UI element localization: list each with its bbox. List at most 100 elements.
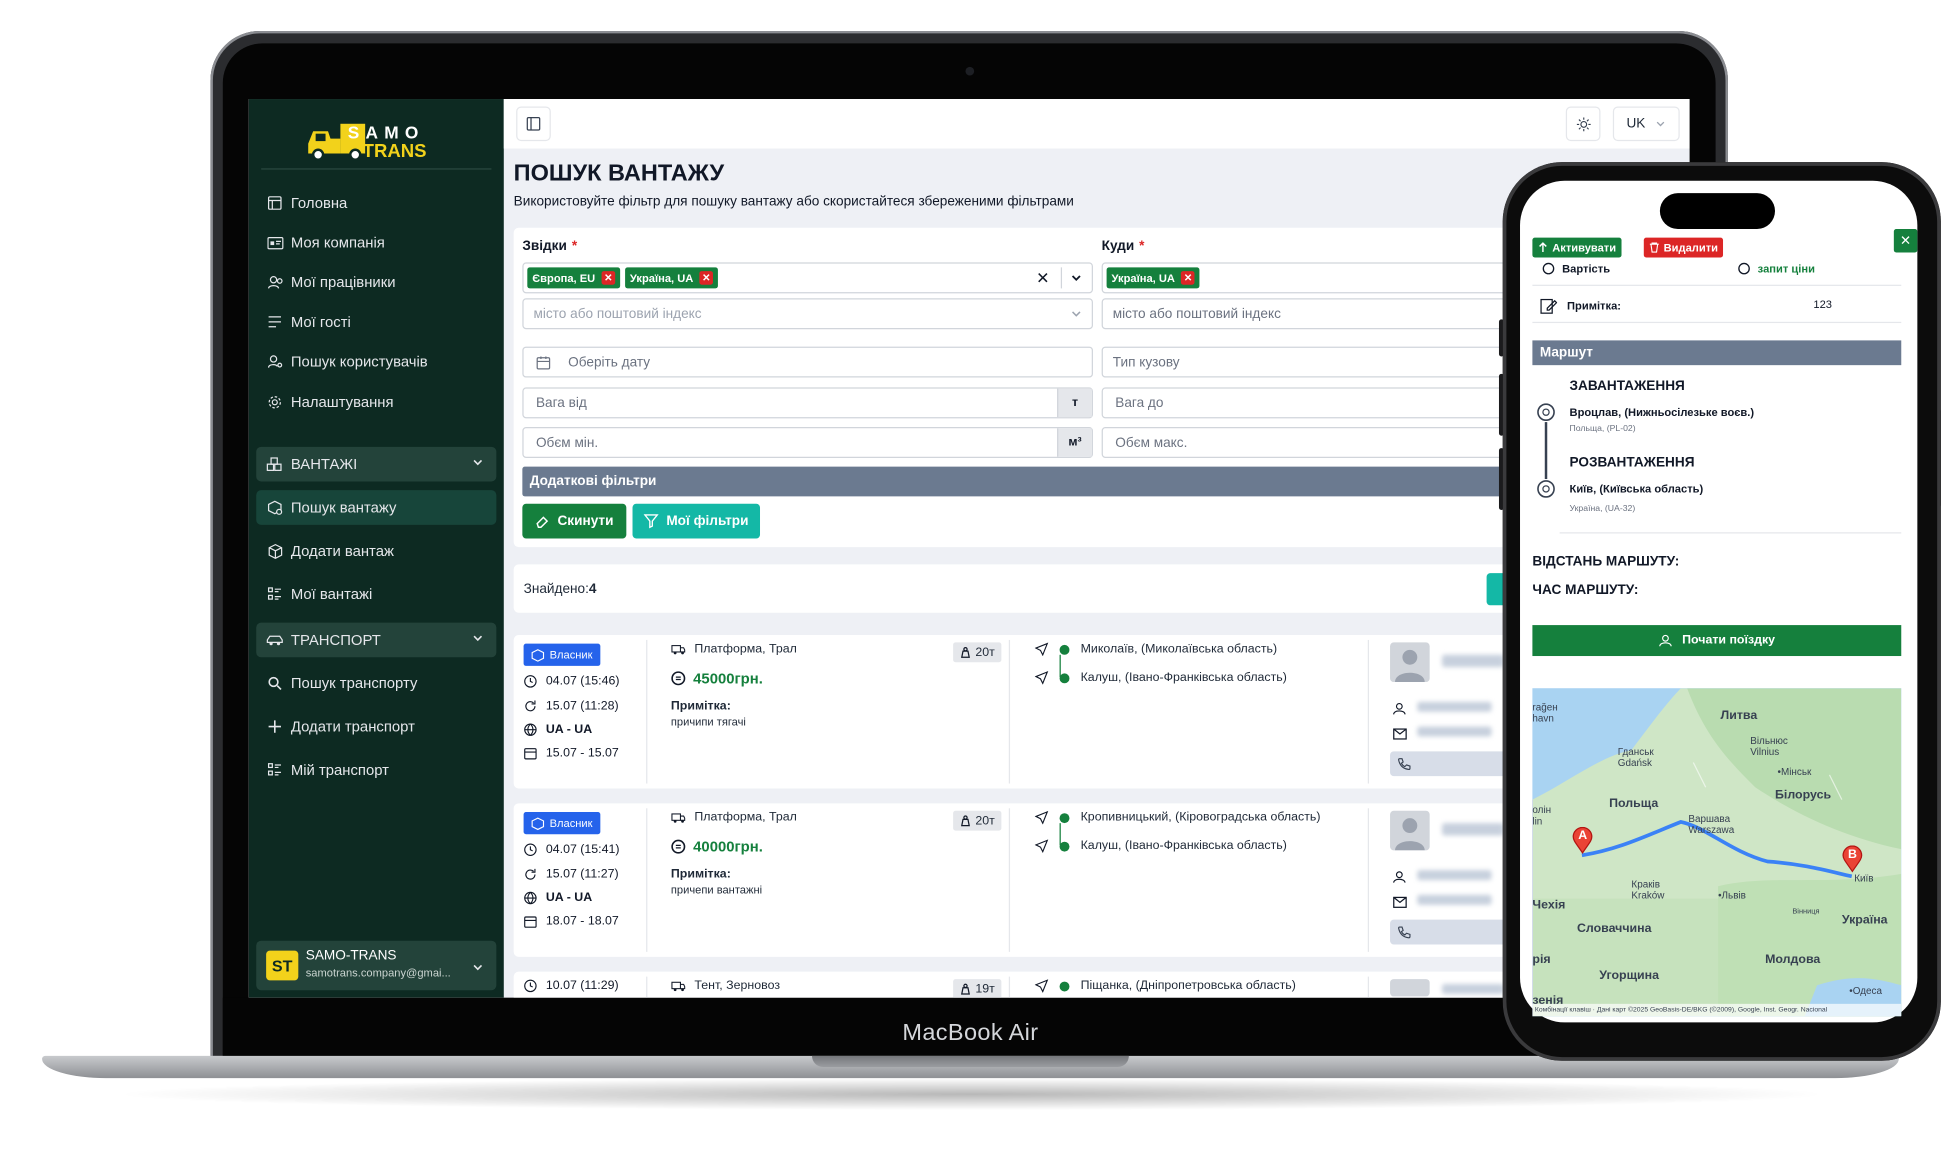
updated-date: 15.07 (11:28) bbox=[524, 699, 619, 713]
phone-dynamic-island bbox=[1659, 193, 1776, 229]
volume-max-input[interactable]: Обєм макс. bbox=[1101, 427, 1523, 458]
sidebar-item-transport-search[interactable]: Пошук транспорту bbox=[256, 666, 496, 701]
sidebar-item-user-search[interactable]: Пошук користувачів bbox=[256, 344, 496, 379]
clock-icon bbox=[524, 843, 537, 856]
theme-toggle-button[interactable] bbox=[1565, 106, 1601, 142]
divider bbox=[646, 808, 648, 952]
map-label-minsk: •Мінськ bbox=[1777, 766, 1812, 778]
unloading-title: РОЗВАНТАЖЕННЯ bbox=[1569, 455, 1695, 471]
sidebar-item-label: Пошук вантажу bbox=[290, 498, 397, 517]
contact-name-blurred bbox=[1442, 654, 1504, 668]
box-icon bbox=[266, 542, 283, 559]
map-label-kyiv: Київ bbox=[1854, 872, 1874, 884]
brand-logo[interactable]: SAMO TRANS bbox=[303, 114, 452, 164]
sidebar-item-settings[interactable]: Налаштування bbox=[256, 385, 496, 420]
list-icon bbox=[266, 313, 283, 330]
phone-button[interactable] bbox=[1390, 751, 1514, 777]
camera bbox=[965, 66, 975, 76]
from-label: Звідки * bbox=[522, 238, 578, 254]
close-icon[interactable]: ✕ bbox=[601, 271, 616, 285]
gear-icon bbox=[266, 394, 283, 411]
sidebar-item-label: Мої працівники bbox=[290, 273, 396, 291]
filter-icon bbox=[644, 514, 659, 529]
volume-min-input[interactable]: Обєм мін. м³ bbox=[522, 427, 1093, 458]
sidebar-item-cargo-search[interactable]: Пошук вантажу bbox=[256, 490, 497, 525]
phone-button[interactable] bbox=[1390, 919, 1514, 945]
close-icon[interactable]: ✕ bbox=[1181, 271, 1195, 285]
sidebar-item-my-cargo[interactable]: Мої вантажі bbox=[256, 577, 496, 612]
note-edit-icon bbox=[1540, 298, 1558, 314]
user-menu[interactable]: ST SAMO-TRANS samotrans.company@gmai... bbox=[256, 940, 497, 991]
my-filters-button[interactable]: Мої фільтри bbox=[632, 503, 761, 539]
laptop-screen: SAMO TRANS Головна Моя компанія Мої прац… bbox=[248, 99, 1690, 998]
clear-icon[interactable]: ✕ bbox=[1036, 269, 1049, 289]
map-marker-a[interactable]: A bbox=[1572, 826, 1593, 854]
weight-from-input[interactable]: Вага від т bbox=[522, 387, 1093, 419]
map-label-edge: rağeн havn bbox=[1532, 701, 1558, 725]
map-label-edge: олін lin bbox=[1532, 804, 1552, 827]
map-label-ukraine: Україна bbox=[1841, 913, 1888, 928]
chip-from-ua: Україна, UA ✕ bbox=[624, 267, 719, 289]
contact-email-blurred bbox=[1417, 726, 1492, 737]
sidebar-toggle-button[interactable] bbox=[516, 106, 551, 142]
unloading-sub: Україна, (UA-32) bbox=[1569, 505, 1636, 514]
body-type: Платформа, Трал bbox=[671, 811, 797, 824]
coin-icon bbox=[671, 671, 686, 686]
route-from: Миколаїв, (Миколаївська область) bbox=[1034, 642, 1277, 657]
send-icon bbox=[1034, 642, 1049, 657]
sidebar-item-add-transport[interactable]: Додати транспорт bbox=[256, 709, 496, 744]
truck-icon bbox=[671, 812, 686, 823]
weight-to-input[interactable]: Вага до bbox=[1101, 387, 1523, 419]
sidebar-group-transport[interactable]: ТРАНСПОРТ bbox=[256, 622, 497, 658]
close-icon[interactable]: ✕ bbox=[1893, 228, 1918, 253]
route-to: Калуш, (Івано-Франківська область) bbox=[1034, 671, 1287, 685]
note-label: Примітка: bbox=[1540, 297, 1621, 314]
calendar-icon bbox=[524, 916, 537, 928]
body-type-select[interactable]: Тип кузову bbox=[1101, 346, 1523, 378]
calendar-icon bbox=[536, 355, 551, 369]
language-select[interactable]: UK bbox=[1612, 106, 1680, 142]
avatar bbox=[1390, 642, 1430, 683]
map-label-slovakia: Словаччина bbox=[1576, 922, 1652, 936]
from-city-input[interactable]: місто або поштовий індекс bbox=[522, 298, 1093, 330]
found-count: 4 bbox=[588, 581, 597, 597]
delete-button[interactable]: Видалити bbox=[1643, 237, 1723, 258]
loading-sub: Польща, (PL-02) bbox=[1569, 424, 1636, 434]
route-map[interactable]: Литва Вільнюс Vilnius Гданськ Gdańsk •Мінс… bbox=[1532, 688, 1902, 1017]
tonnage-badge: 20т bbox=[953, 810, 1002, 831]
laptop-notch bbox=[811, 1055, 1129, 1067]
chevron-down-icon bbox=[472, 456, 484, 473]
map-label-lithuania: Литва bbox=[1720, 709, 1758, 723]
sidebar-group-cargo[interactable]: ВАНТАЖІ bbox=[256, 446, 497, 482]
to-city-input[interactable]: місто або поштовий індекс bbox=[1101, 298, 1523, 330]
tonnage-badge: 19т bbox=[953, 979, 1002, 998]
loading-title: ЗАВАНТАЖЕННЯ bbox=[1569, 378, 1685, 394]
date-picker[interactable]: Оберіть дату bbox=[522, 346, 1093, 378]
sidebar-item-add-cargo[interactable]: Додати вантаж bbox=[256, 533, 496, 568]
map-marker-b[interactable]: B bbox=[1842, 845, 1863, 873]
activate-button[interactable]: Активувати bbox=[1532, 237, 1622, 258]
sidebar-group-label: ТРАНСПОРТ bbox=[290, 631, 381, 649]
from-country-select[interactable]: Європа, EU ✕ Україна, UA ✕ ✕ bbox=[522, 262, 1093, 294]
sidebar: SAMO TRANS Головна Моя компанія Мої прац… bbox=[248, 99, 504, 998]
route-from: Кропивницький, (Кіровоградська область) bbox=[1034, 811, 1320, 825]
created-date: 04.07 (15:46) bbox=[524, 675, 620, 688]
sidebar-item-employees[interactable]: Мої працівники bbox=[256, 265, 496, 300]
contact-person-blurred bbox=[1417, 701, 1492, 712]
sun-icon bbox=[1576, 116, 1591, 131]
divider bbox=[1367, 976, 1370, 998]
sidebar-item-my-transport[interactable]: Мій транспорт bbox=[256, 753, 496, 788]
to-country-select[interactable]: Україна, UA ✕ bbox=[1101, 262, 1523, 294]
map-label-odesa: •Одеса bbox=[1849, 985, 1882, 997]
start-trip-button[interactable]: Почати поїздку bbox=[1532, 625, 1902, 657]
chevron-down-icon[interactable] bbox=[1069, 272, 1083, 288]
map-label-belarus: Білорусь bbox=[1775, 788, 1832, 803]
sidebar-item-home[interactable]: Головна bbox=[256, 186, 496, 221]
price-value: запит ціни bbox=[1738, 262, 1815, 275]
sidebar-item-company[interactable]: Моя компанія bbox=[256, 225, 496, 260]
reset-button[interactable]: Скинути bbox=[522, 503, 627, 539]
sidebar-item-guests[interactable]: Мої гості bbox=[256, 304, 496, 339]
close-icon[interactable]: ✕ bbox=[699, 271, 714, 285]
owner-badge: Власник bbox=[523, 811, 600, 835]
car-icon bbox=[266, 634, 283, 646]
